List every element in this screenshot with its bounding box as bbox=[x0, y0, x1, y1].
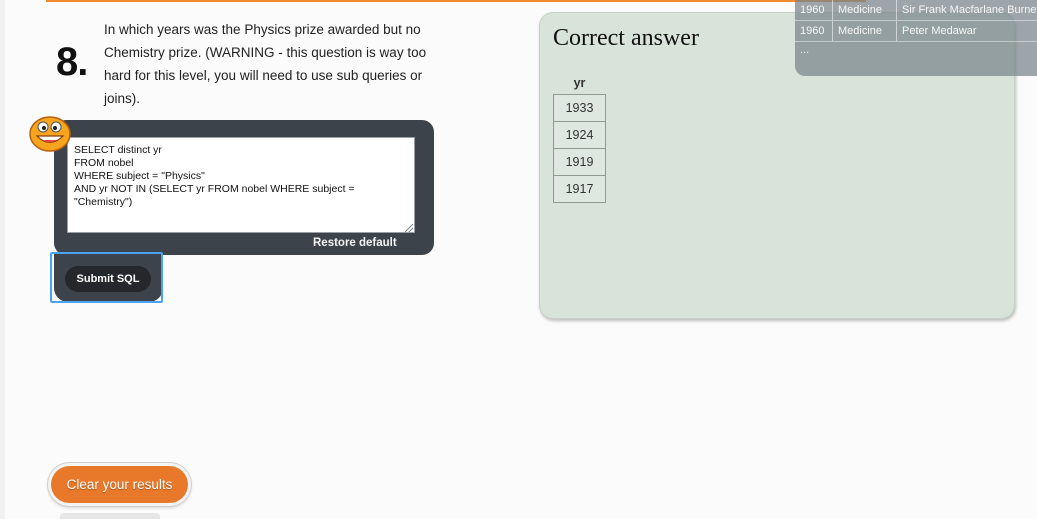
table-cell: 1933 bbox=[553, 94, 606, 122]
smiley-face-icon bbox=[28, 115, 72, 153]
left-border bbox=[0, 0, 5, 519]
table-cell: Sir Frank Macfarlane Burnet bbox=[902, 4, 1037, 16]
restore-default-link[interactable]: Restore default bbox=[313, 237, 397, 249]
table-row: 1924 bbox=[553, 121, 606, 149]
table-row: 1917 bbox=[553, 175, 606, 203]
next-section-stub bbox=[60, 513, 160, 519]
answer-column-header: yr bbox=[573, 76, 586, 90]
answer-table: yr 1933 1924 1919 1917 bbox=[553, 72, 606, 203]
table-row: 1919 bbox=[553, 148, 606, 176]
answer-title: Correct answer bbox=[553, 25, 699, 51]
clear-results-button[interactable]: Clear your results bbox=[51, 466, 188, 503]
table-cell: 1917 bbox=[553, 175, 606, 203]
submit-sql-button[interactable]: Submit SQL bbox=[65, 266, 151, 292]
table-cell: 1960 bbox=[795, 21, 833, 41]
question-number: 8. bbox=[56, 40, 88, 84]
table-row: 1933 bbox=[553, 94, 606, 122]
table-cell: Medicine bbox=[833, 0, 897, 20]
ellipsis-cell: ... bbox=[800, 44, 810, 56]
table-cell: 1924 bbox=[553, 121, 606, 149]
result-preview-overlay: 1960 Medicine Sir Frank Macfarlane Burne… bbox=[795, 0, 1037, 76]
question-text: In which years was the Physics prize awa… bbox=[104, 22, 427, 106]
sql-input[interactable]: SELECT distinct yr FROM nobel WHERE subj… bbox=[67, 137, 415, 233]
table-cell: Medicine bbox=[833, 21, 897, 41]
table-cell: 1919 bbox=[553, 148, 606, 176]
table-cell: Peter Medawar bbox=[902, 25, 977, 37]
resize-handle-icon[interactable] bbox=[405, 224, 413, 232]
top-accent-bar bbox=[46, 0, 866, 2]
table-cell: 1960 bbox=[795, 0, 833, 20]
